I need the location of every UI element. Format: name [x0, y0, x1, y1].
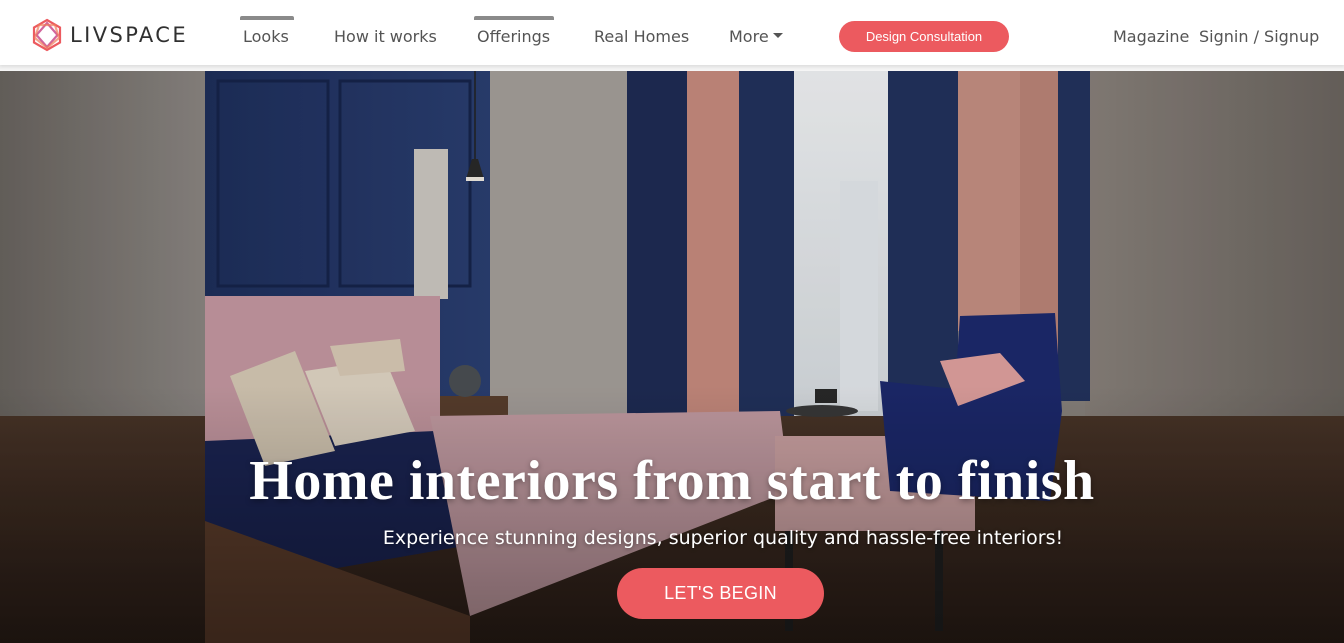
site-header: LIVSPACE Looks How it works Offerings Re… [0, 0, 1344, 65]
nav-item-looks[interactable]: Looks [243, 27, 289, 46]
nav-item-more[interactable]: More [729, 27, 783, 46]
livspace-hexagon-icon [32, 18, 62, 52]
header-divider [0, 65, 1344, 71]
hero-title: Home interiors from start to finish [249, 450, 1095, 512]
caret-down-icon [772, 33, 783, 38]
hero-subtitle: Experience stunning designs, superior qu… [382, 527, 1064, 549]
nav-item-more-label: More [729, 27, 769, 46]
nav-active-indicator-offerings [474, 16, 554, 20]
nav-item-magazine[interactable]: Magazine [1113, 27, 1189, 46]
nav-item-real-homes[interactable]: Real Homes [594, 27, 689, 46]
design-consultation-button[interactable]: Design Consultation [839, 21, 1009, 52]
lets-begin-button[interactable]: LET'S BEGIN [617, 568, 824, 619]
logo-link[interactable]: LIVSPACE [30, 18, 188, 52]
signin-signup-link[interactable]: Signin / Signup [1199, 27, 1319, 46]
nav-item-how-it-works[interactable]: How it works [334, 27, 437, 46]
nav-item-offerings[interactable]: Offerings [477, 27, 550, 46]
brand-name: LIVSPACE [70, 23, 189, 47]
hero-bedroom-image [0, 71, 1344, 643]
nav-active-indicator-looks [240, 16, 294, 20]
hero-banner: Home interiors from start to finish Expe… [0, 71, 1344, 643]
